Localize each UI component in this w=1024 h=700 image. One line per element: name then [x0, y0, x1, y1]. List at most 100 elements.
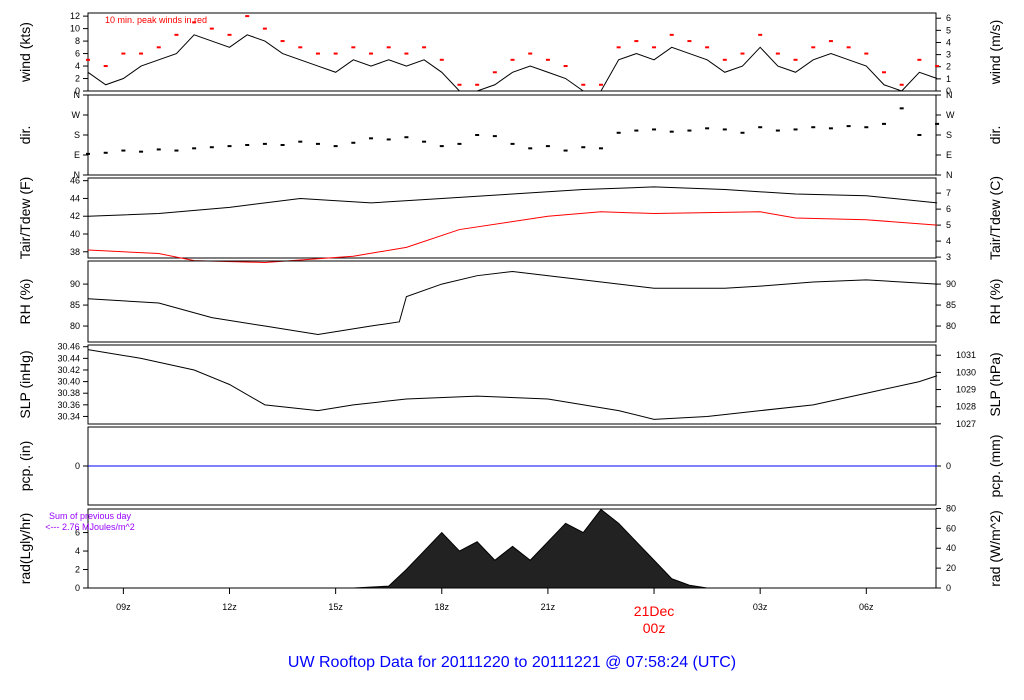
dir-point — [740, 131, 745, 134]
dir-point — [616, 131, 621, 134]
gust-point — [740, 52, 745, 55]
gust-point — [545, 58, 550, 61]
dir-point — [828, 127, 833, 130]
gust-point — [121, 52, 126, 55]
wind-ytick-label: 2 — [75, 74, 80, 84]
slp-rtick-label: 1027 — [956, 419, 976, 429]
gust-point — [652, 46, 657, 49]
xtick-label: 12z — [222, 602, 237, 612]
gust-point — [705, 46, 710, 49]
dir-ytick-label: E — [74, 150, 80, 160]
wind-ytick-label: 4 — [75, 61, 80, 71]
gust-point — [935, 65, 940, 68]
dir-point — [351, 141, 356, 144]
gust-point — [899, 83, 904, 86]
dir-point — [669, 130, 674, 133]
slp-rtick-label: 1031 — [956, 350, 976, 360]
weather-chart: wind (kts) wind (m/s)024681012012345610 m… — [17, 11, 1003, 671]
gust-point — [687, 40, 692, 43]
gust-point — [457, 83, 462, 86]
gust-point — [881, 71, 886, 74]
xtick-label: 00z — [643, 620, 666, 636]
gust-point — [245, 15, 250, 18]
gust-point — [262, 27, 267, 30]
dir-point — [722, 128, 727, 131]
dir-point — [156, 148, 161, 151]
slp-ytick-label: 30.36 — [57, 400, 80, 410]
dir-point — [652, 128, 657, 131]
dir-point — [634, 129, 639, 132]
wind-ytick-label: 10 — [70, 24, 80, 34]
dir-point — [369, 137, 374, 140]
rh-ylabel: RH (%) — [17, 279, 33, 325]
temp-ytick-label: 44 — [70, 193, 80, 203]
wind-ylabel-right: wind (m/s) — [987, 20, 1003, 86]
gust-point — [103, 65, 108, 68]
dir-point — [510, 142, 515, 145]
rad-rtick-label: 80 — [946, 503, 956, 513]
gust-point — [404, 52, 409, 55]
dir-rtick-label: W — [946, 110, 955, 120]
radiation-area — [88, 508, 938, 589]
gust-point — [386, 46, 391, 49]
series-tdew — [87, 211, 938, 263]
dir-point — [457, 142, 462, 145]
rad-ylabel: rad(Lgly/hr) — [17, 513, 33, 585]
wind-ytick-label: 6 — [75, 49, 80, 59]
dir-point — [881, 122, 886, 125]
dir-point — [192, 147, 197, 150]
gust-point — [86, 58, 90, 61]
rh-ytick-label: 85 — [70, 300, 80, 310]
temp-ylabel-right: Tair/Tdew (C) — [987, 176, 1003, 260]
gust-point — [510, 58, 515, 61]
gust-point — [315, 52, 320, 55]
wind-rtick-label: 3 — [946, 50, 951, 60]
pcp-ylabel-right: pcp. (mm) — [987, 435, 1003, 498]
wind-rtick-label: 6 — [946, 13, 951, 23]
gust-point — [864, 52, 869, 55]
gust-point — [563, 65, 568, 68]
dir-point — [528, 147, 533, 150]
slp-ytick-label: 30.38 — [57, 388, 80, 398]
slp-ylabel-right: SLP (hPa) — [987, 352, 1003, 416]
rh-panel-frame — [87, 260, 937, 343]
dir-point — [315, 142, 320, 145]
slp-line — [87, 349, 938, 420]
rh-rtick-label: 80 — [946, 321, 956, 331]
gust-point — [828, 40, 833, 43]
temp-rtick-label: 7 — [946, 188, 951, 198]
gust-point — [775, 52, 780, 55]
gust-point — [811, 46, 816, 49]
wind-line — [87, 34, 938, 92]
xtick-label: 03z — [753, 602, 768, 612]
dir-point — [439, 145, 444, 148]
dir-point — [581, 146, 586, 149]
slp-ytick-label: 30.42 — [57, 365, 80, 375]
slp-ytick-label: 30.44 — [57, 353, 80, 363]
dir-point — [404, 136, 409, 139]
dir-point — [209, 146, 214, 149]
temp-ytick-label: 38 — [70, 247, 80, 257]
dir-point — [687, 129, 692, 132]
dir-point — [262, 142, 267, 145]
dir-point — [935, 122, 940, 125]
slp-rtick-label: 1029 — [956, 385, 976, 395]
rad-ylabel-right: rad (W/m^2) — [987, 510, 1003, 587]
rad-rtick-label: 0 — [946, 583, 951, 593]
temp-ytick-label: 40 — [70, 229, 80, 239]
dir-ytick-label: N — [74, 90, 81, 100]
slp-ytick-label: 30.40 — [57, 377, 80, 387]
temp-rtick-label: 5 — [946, 220, 951, 230]
slp-rtick-label: 1028 — [956, 402, 976, 412]
rh-rtick-label: 85 — [946, 300, 956, 310]
dir-point — [917, 134, 922, 136]
dir-point — [86, 152, 90, 155]
gust-point — [280, 40, 285, 43]
dir-point — [846, 125, 851, 128]
series-tair — [87, 186, 938, 217]
dir-point — [422, 140, 427, 143]
gust-point — [492, 71, 497, 74]
dir-point — [227, 145, 232, 148]
slp-panel-frame — [87, 344, 937, 425]
rh-line — [87, 270, 938, 335]
